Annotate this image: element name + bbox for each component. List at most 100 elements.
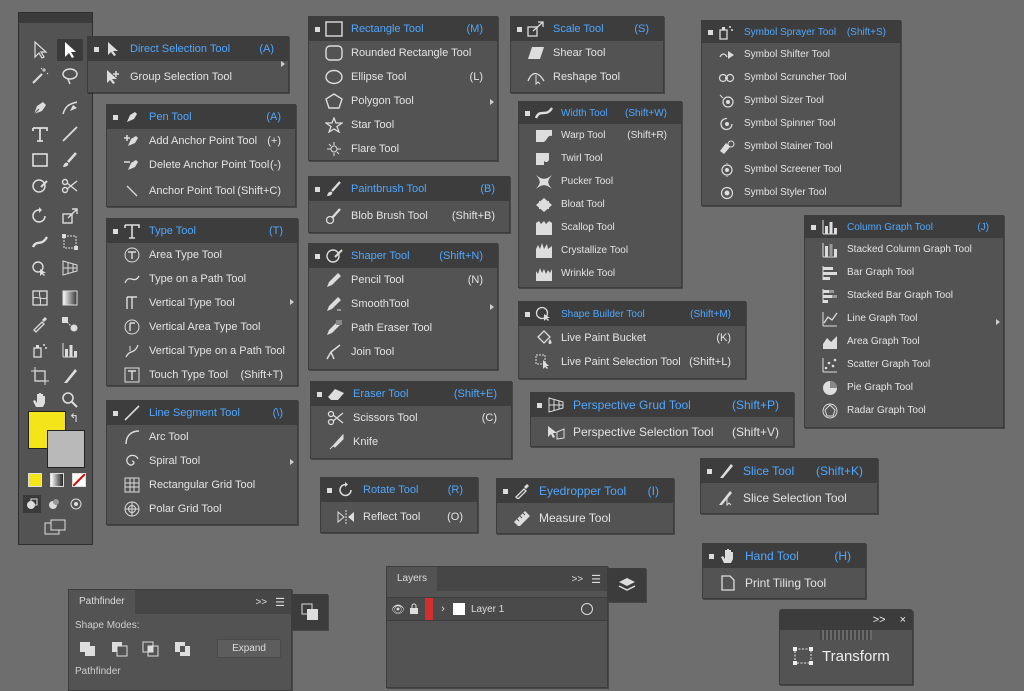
eraser-tool-item[interactable]: Eraser Tool (Shift+E) — [311, 382, 511, 406]
reflect-tool-item[interactable]: Reflect Tool (O) — [321, 502, 477, 532]
hand-tool-item[interactable]: Hand Tool (H) — [703, 544, 865, 568]
curvature-icon[interactable] — [57, 97, 83, 119]
rectangle-icon[interactable] — [27, 149, 53, 171]
slice-tool-item[interactable]: Slice Tool (Shift+K) — [701, 459, 877, 483]
draw-normal-icon[interactable] — [23, 495, 41, 513]
layer-name[interactable]: Layer 1 — [471, 604, 581, 615]
zoom-icon[interactable] — [57, 389, 83, 411]
gradient-icon[interactable] — [57, 287, 83, 309]
anchor-point-tool-item[interactable]: Anchor Point Tool (Shift+C) — [107, 177, 295, 205]
flyout-expand-arrow[interactable] — [281, 61, 285, 67]
vertical-type-tool-item[interactable]: Vertical Type Tool — [107, 291, 297, 315]
target-circle-icon[interactable] — [581, 603, 593, 615]
measure-tool-item[interactable]: Measure Tool — [497, 503, 673, 533]
direct-selection-tool-item[interactable]: Direct Selection Tool (A) — [88, 37, 288, 61]
type-icon[interactable] — [27, 123, 53, 145]
tools-panel-grip[interactable] — [19, 13, 92, 23]
line-segment-icon[interactable] — [57, 123, 83, 145]
warp-tool-item[interactable]: Warp Tool (Shift+R) — [519, 124, 681, 147]
slice-icon[interactable] — [57, 365, 83, 387]
join-tool-item[interactable]: Join Tool — [309, 340, 497, 364]
group-selection-tool-item[interactable]: Group Selection Tool — [88, 61, 288, 92]
free-transform-icon[interactable] — [57, 231, 83, 253]
perspective-grid-icon[interactable] — [57, 257, 83, 279]
shape-builder-icon[interactable] — [27, 257, 53, 279]
line-segment-tool-item[interactable]: Line Segment Tool (\) — [107, 401, 297, 425]
polar-grid-tool-item[interactable]: Polar Grid Tool — [107, 497, 297, 521]
artboard-icon[interactable] — [27, 365, 53, 387]
none-mode-icon[interactable] — [72, 473, 86, 487]
area-graph-tool-item[interactable]: Area Graph Tool — [805, 330, 1003, 353]
pucker-tool-item[interactable]: Pucker Tool — [519, 170, 681, 193]
stroke-color-swatch[interactable] — [47, 430, 85, 468]
slice-selection-tool-item[interactable]: Slice Selection Tool — [701, 483, 877, 513]
live-paint-selection-tool-item[interactable]: Live Paint Selection Tool (Shift+L) — [519, 350, 745, 374]
panel-collapse-button[interactable]: >> — [255, 597, 267, 608]
screen-mode-icon[interactable] — [42, 517, 68, 537]
symbol-shifter-tool-item[interactable]: Symbol Shifter Tool — [702, 43, 900, 66]
pathfinder-tab[interactable]: Pathfinder — [69, 590, 135, 614]
line-graph-tool-item[interactable]: Line Graph Tool — [805, 307, 1003, 330]
color-mode-icon[interactable] — [28, 473, 42, 487]
symbol-styler-tool-item[interactable]: Symbol Styler Tool — [702, 181, 900, 204]
selection-tool-icon[interactable] — [27, 39, 53, 61]
symbol-stainer-tool-item[interactable]: Symbol Stainer Tool — [702, 135, 900, 158]
print-tiling-tool-item[interactable]: Print Tiling Tool — [703, 568, 865, 598]
panel-collapse-button[interactable]: >> — [873, 614, 886, 626]
polygon-tool-item[interactable]: Polygon Tool — [309, 89, 497, 113]
symbol-sprayer-icon[interactable] — [27, 339, 53, 361]
vertical-type-on-path-tool-item[interactable]: Vertical Type on a Path Tool — [107, 339, 297, 363]
scale-icon[interactable] — [57, 205, 83, 227]
smooth-tool-item[interactable]: SmoothTool — [309, 292, 497, 316]
spiral-tool-item[interactable]: Spiral Tool — [107, 449, 297, 473]
blob-brush-tool-item[interactable]: Blob Brush Tool (Shift+B) — [309, 201, 509, 231]
chevron-right-icon[interactable]: › — [433, 603, 453, 615]
touch-type-tool-item[interactable]: Touch Type Tool (Shift+T) — [107, 363, 297, 387]
blend-icon[interactable] — [57, 313, 83, 335]
scatter-graph-tool-item[interactable]: Scatter Graph Tool — [805, 353, 1003, 376]
shaper-tool-item[interactable]: Shaper Tool (Shift+N) — [309, 244, 497, 268]
panel-menu-icon[interactable]: ☰ — [591, 573, 601, 586]
layers-tab[interactable]: Layers — [387, 567, 438, 591]
reshape-tool-item[interactable]: Reshape Tool — [511, 65, 663, 89]
flyout-expand-arrow[interactable] — [490, 304, 494, 310]
width-tool-item[interactable]: Width Tool (Shift+W) — [519, 102, 681, 124]
draw-behind-icon[interactable] — [45, 495, 63, 513]
scissors-icon[interactable] — [57, 175, 83, 197]
paintbrush-tool-item[interactable]: Paintbrush Tool (B) — [309, 177, 509, 201]
star-tool-item[interactable]: Star Tool — [309, 113, 497, 137]
layers-collapsed-button[interactable] — [608, 568, 646, 602]
bar-graph-tool-item[interactable]: Bar Graph Tool — [805, 261, 1003, 284]
rotate-icon[interactable] — [27, 205, 53, 227]
pie-graph-tool-item[interactable]: Pie Graph Tool — [805, 376, 1003, 399]
rectangular-grid-tool-item[interactable]: Rectangular Grid Tool — [107, 473, 297, 497]
crystallize-tool-item[interactable]: Crystallize Tool — [519, 239, 681, 262]
draw-inside-icon[interactable] — [67, 495, 85, 513]
width-icon[interactable] — [27, 231, 53, 253]
type-on-a-path-tool-item[interactable]: Type on a Path Tool — [107, 267, 297, 291]
layer-row[interactable]: 👁 › Layer 1 — [387, 597, 607, 621]
hand-icon[interactable] — [27, 389, 53, 411]
wrinkle-tool-item[interactable]: Wrinkle Tool — [519, 262, 681, 285]
gradient-mode-icon[interactable] — [50, 473, 64, 487]
area-type-tool-item[interactable]: Area Type Tool — [107, 243, 297, 267]
column-graph-tool-item[interactable]: Column Graph Tool (J) — [805, 216, 1003, 238]
scissors-tool-item[interactable]: Scissors Tool (C) — [311, 406, 511, 430]
scallop-tool-item[interactable]: Scallop Tool — [519, 216, 681, 239]
shaper-icon[interactable] — [27, 175, 53, 197]
arc-tool-item[interactable]: Arc Tool — [107, 425, 297, 449]
pathfinder-collapsed-button[interactable] — [292, 594, 328, 630]
flyout-expand-arrow[interactable] — [490, 99, 494, 105]
pencil-tool-item[interactable]: Pencil Tool (N) — [309, 268, 497, 292]
path-eraser-tool-item[interactable]: Path Eraser Tool — [309, 316, 497, 340]
symbol-spinner-tool-item[interactable]: Symbol Spinner Tool — [702, 112, 900, 135]
symbol-screener-tool-item[interactable]: Symbol Screener Tool — [702, 158, 900, 181]
symbol-scruncher-tool-item[interactable]: Symbol Scruncher Tool — [702, 66, 900, 89]
shear-tool-item[interactable]: Shear Tool — [511, 41, 663, 65]
stacked-column-graph-tool-item[interactable]: Stacked Column Graph Tool — [805, 238, 1003, 261]
ellipse-tool-item[interactable]: Ellipse Tool (L) — [309, 65, 497, 89]
flyout-expand-arrow[interactable] — [290, 459, 294, 465]
rectangle-tool-item[interactable]: Rectangle Tool (M) — [309, 17, 497, 41]
stacked-bar-graph-tool-item[interactable]: Stacked Bar Graph Tool — [805, 284, 1003, 307]
magic-wand-icon[interactable] — [27, 65, 53, 87]
